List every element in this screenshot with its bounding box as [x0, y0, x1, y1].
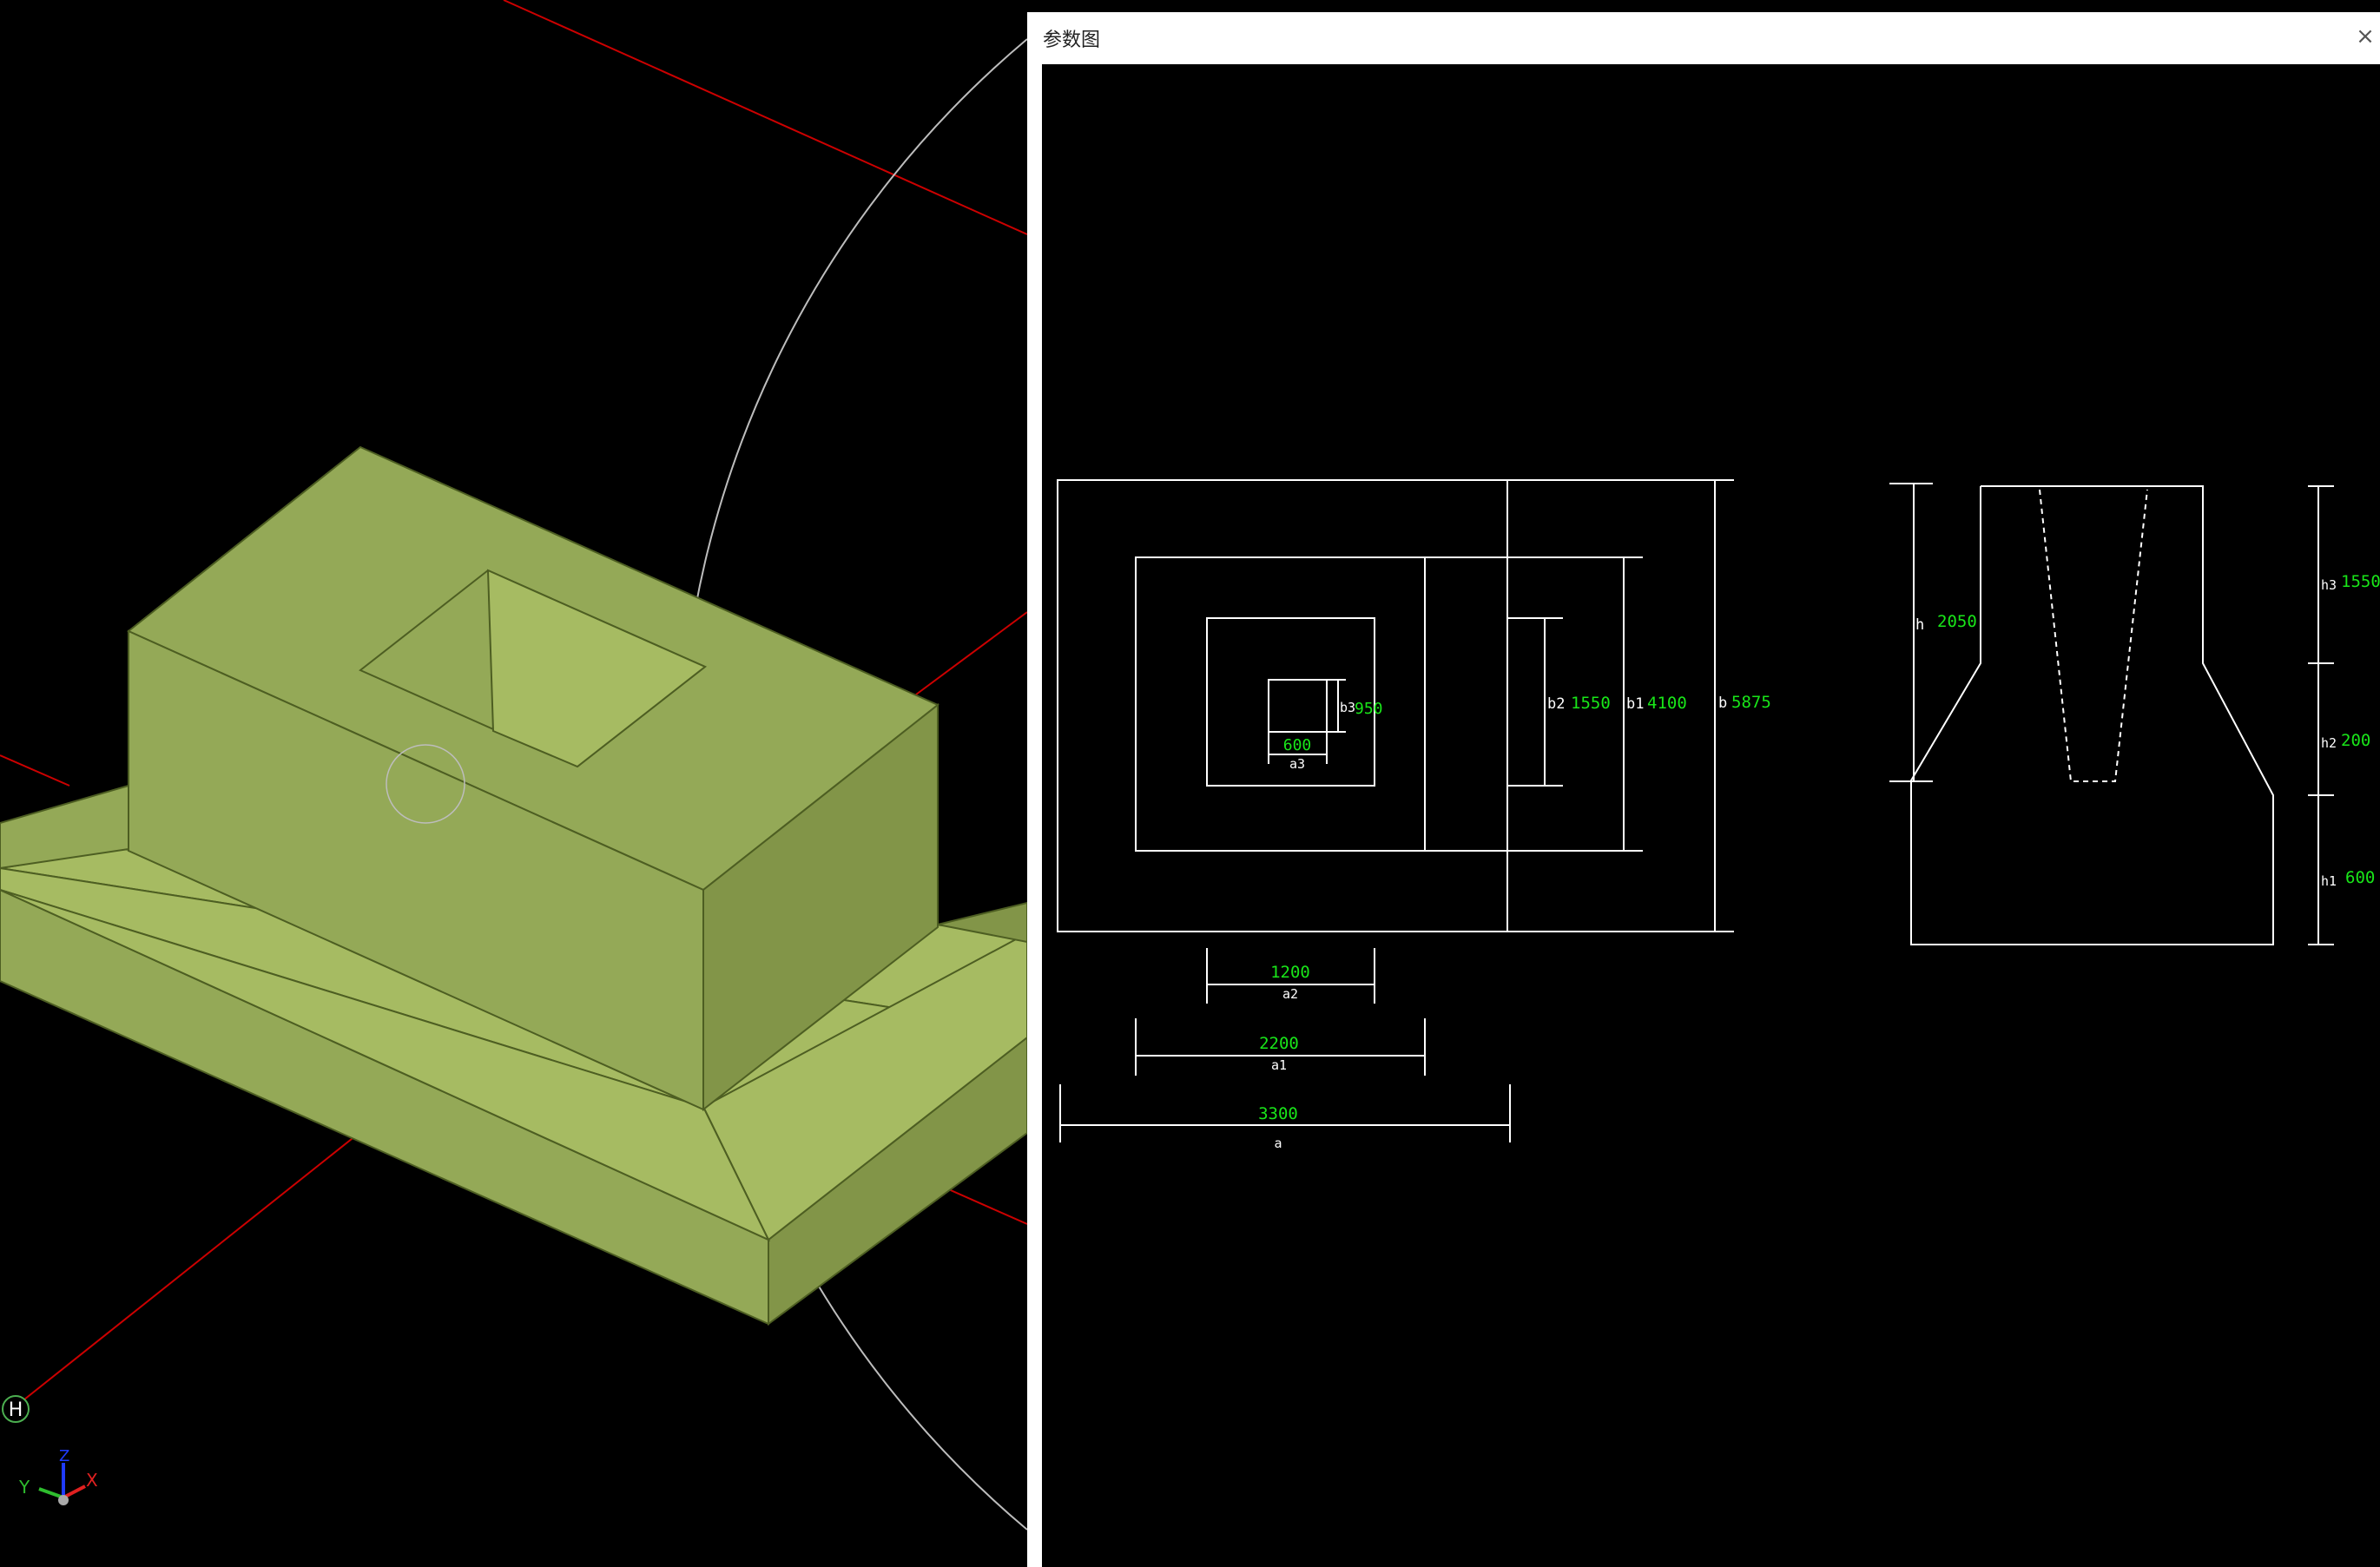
close-button[interactable]: × [2350, 21, 2380, 52]
svg-text:Y: Y [18, 1477, 30, 1498]
value-h: 2050 [1937, 612, 1977, 631]
axis-line-x-tail [0, 754, 70, 787]
dialog-title: 参数图 [1043, 30, 1101, 51]
cup-outline-dashed [2039, 489, 2148, 782]
parameter-drawing-canvas: b2 1550 b1 4100 b 5875 b3 950 600 a3 120… [1042, 64, 2380, 1567]
label-b1: b1 [1626, 695, 1644, 713]
axis-line-y-tail [15, 1128, 366, 1407]
plan-outline-a [1057, 479, 1508, 932]
label-a2: a2 [1282, 986, 1298, 1002]
label-h2: h2 [2321, 735, 2337, 751]
value-b3: 950 [1355, 700, 1383, 718]
value-b: 5875 [1731, 693, 1771, 712]
plan-view [1057, 479, 1734, 1142]
label-b2: b2 [1547, 695, 1565, 713]
axis-line-y [915, 611, 1027, 695]
axis-gizmo-icon: X Y Z [18, 1447, 98, 1505]
section-outline [1910, 485, 2274, 945]
section-view [1889, 483, 2334, 945]
value-b2: 1550 [1571, 694, 1611, 713]
svg-text:H: H [9, 1399, 23, 1421]
svg-text:Z: Z [59, 1447, 69, 1465]
value-a3: 600 [1283, 736, 1312, 754]
value-h2: 200 [2341, 731, 2370, 750]
parameter-drawing-dialog: 参数图 × b2 1550 b1 4100 b 5875 b3 950 600 … [1027, 12, 2380, 1567]
3d-viewport[interactable]: H X Y Z [0, 0, 1027, 1567]
label-h1: h1 [2321, 873, 2337, 889]
label-a3: a3 [1289, 756, 1305, 772]
value-a1: 2200 [1259, 1034, 1299, 1053]
plan-outline-a3 [1268, 679, 1328, 733]
label-h3: h3 [2321, 577, 2337, 593]
axis-line-x [503, 0, 1027, 235]
label-a1: a1 [1271, 1057, 1287, 1073]
value-a: 3300 [1258, 1104, 1298, 1123]
value-a2: 1200 [1270, 963, 1310, 982]
label-a: a [1274, 1136, 1282, 1151]
value-h1: 600 [2345, 868, 2375, 887]
label-b: b [1718, 695, 1727, 712]
value-h3: 1550 [2341, 572, 2380, 591]
dialog-titlebar[interactable]: 参数图 × [1027, 12, 2380, 63]
3d-scene: H X Y Z [0, 0, 1027, 1531]
label-b3: b3 [1340, 700, 1355, 715]
label-h: h [1915, 616, 1924, 634]
svg-text:X: X [86, 1470, 98, 1491]
value-b1: 4100 [1647, 694, 1687, 713]
h-marker[interactable]: H [2, 1395, 30, 1423]
